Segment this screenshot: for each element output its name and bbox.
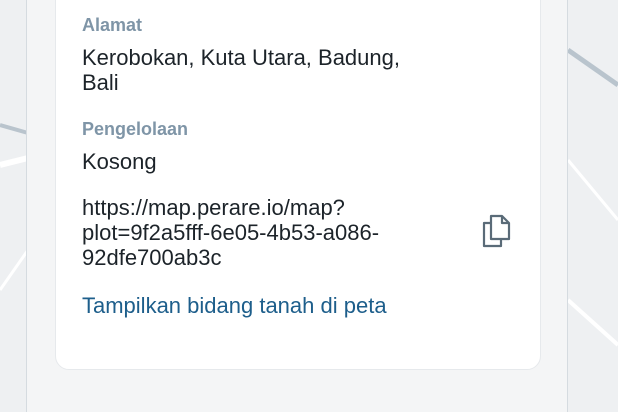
details-panel: Alamat Kerobokan, Kuta Utara, Badung, Ba… xyxy=(26,0,568,412)
management-label: Pengelolaan xyxy=(82,119,189,139)
address-line-1: Kerobokan, Kuta Utara, Badung, xyxy=(82,45,400,70)
address-line-2: Bali xyxy=(82,70,119,95)
plot-url-line-1: https://map.perare.io/map? xyxy=(82,195,345,220)
address-label: Alamat xyxy=(82,15,143,35)
copy-icon xyxy=(482,214,511,248)
plot-url-line-3: 92dfe700ab3c xyxy=(82,245,222,270)
plot-info-card: Alamat Kerobokan, Kuta Utara, Badung, Ba… xyxy=(55,0,541,370)
show-plot-on-map-link[interactable]: Tampilkan bidang tanah di peta xyxy=(82,293,387,319)
management-value: Kosong xyxy=(82,149,157,174)
plot-url-line-2: plot=9f2a5fff-6e05-4b53-a086- xyxy=(82,220,380,245)
copy-url-button[interactable] xyxy=(476,211,516,251)
